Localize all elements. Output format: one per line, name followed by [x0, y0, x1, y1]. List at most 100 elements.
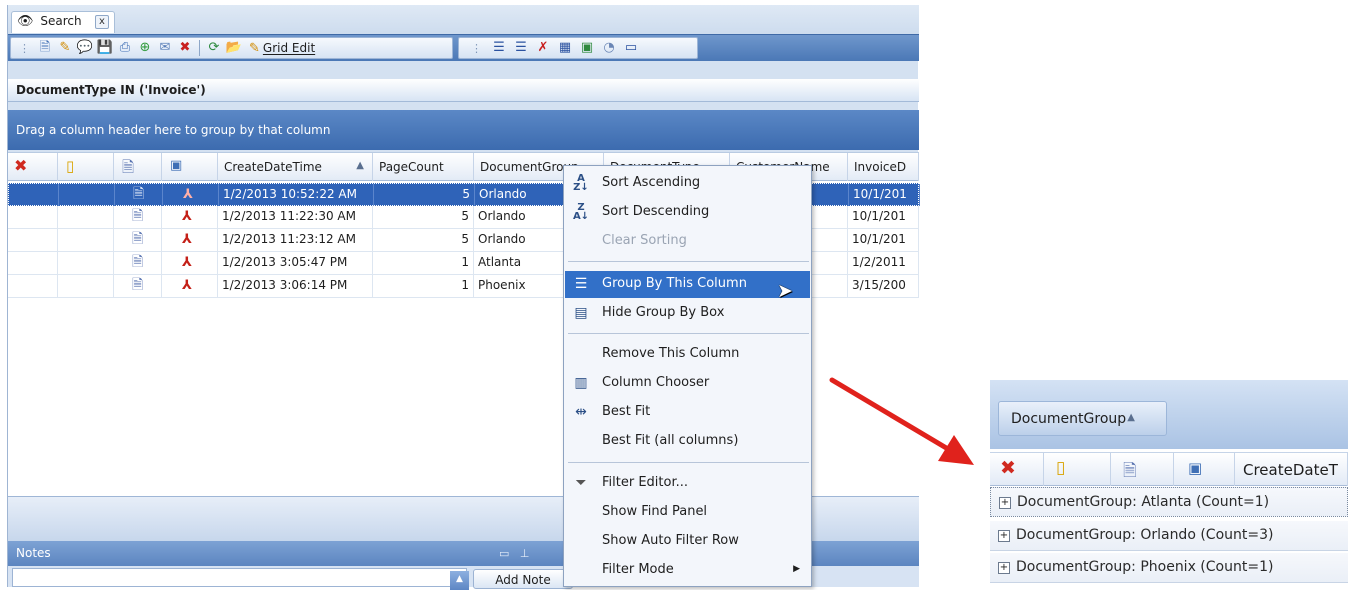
delete-cell[interactable] [8, 252, 58, 274]
view-document-icon[interactable]: 🗎 [36, 39, 54, 57]
group-row-orlando[interactable]: + DocumentGroup: Orlando (Count=3) [990, 521, 1348, 551]
col-header-createdatetime[interactable]: CreateDateTime ▲ [218, 153, 373, 181]
group-panel-icon[interactable]: ▭ [622, 39, 640, 57]
grid-edit-button[interactable]: ✎ Grid Edit [245, 41, 319, 56]
cell-invoicedate[interactable]: 10/1/201 [848, 206, 919, 228]
expand-group-icon[interactable]: + [998, 530, 1010, 542]
note-column-header-icon[interactable]: ▯ [58, 153, 114, 181]
cell-attachment[interactable]: 🗎 [114, 206, 162, 228]
menu-item-filter-mode[interactable]: Filter Mode ▶ [565, 557, 810, 584]
open-folder-icon[interactable]: 📂 [225, 39, 243, 57]
cell-file-type[interactable]: ⅄ [162, 229, 218, 251]
scroll-up-icon[interactable]: ▲ [450, 571, 469, 590]
attachment-column-header-icon[interactable]: 🗎 [114, 153, 162, 181]
cell-invoicedate[interactable]: 3/15/200 [848, 275, 919, 297]
menu-item-filter-editor[interactable]: ⏷ Filter Editor... [565, 470, 810, 497]
cell-createdatetime[interactable]: 1/2/2013 3:06:14 PM [218, 275, 373, 297]
menu-item-best-fit-all-columns[interactable]: Best Fit (all columns) [565, 428, 810, 455]
menu-item-clear-sorting[interactable]: Clear Sorting [565, 228, 810, 255]
cell-invoicedate[interactable]: 1/2/2011 [848, 252, 919, 274]
cell-pagecount[interactable]: 5 [374, 184, 475, 206]
cell-attachment[interactable]: 🗎 [114, 229, 162, 251]
group-row-atlanta[interactable]: + DocumentGroup: Atlanta (Count=1) [990, 487, 1348, 517]
menu-item-group-by-this-column[interactable]: ☰ Group By This Column [565, 271, 810, 298]
file-type-column-header-icon[interactable]: ▣ [162, 153, 218, 181]
note-cell[interactable] [58, 275, 114, 297]
delete-document-icon[interactable]: ✖ [176, 39, 194, 57]
note-cell[interactable] [58, 206, 114, 228]
note-cell[interactable] [58, 252, 114, 274]
group-by-panel[interactable]: Drag a column header here to group by th… [8, 110, 919, 150]
group-chip-documentgroup[interactable]: DocumentGroup ▲ [998, 401, 1167, 436]
collapse-rows-icon[interactable]: ☰ [512, 39, 530, 57]
note-cell[interactable] [59, 184, 115, 206]
cell-file-type[interactable]: ⅄ [162, 252, 218, 274]
layout-icon[interactable]: ▣ [578, 39, 596, 57]
sort-ascending-indicator-icon: ▲ [356, 160, 364, 171]
save-icon[interactable]: 💾 [96, 39, 114, 57]
menu-item-remove-this-column[interactable]: Remove This Column [565, 341, 810, 368]
cell-invoicedate[interactable]: 10/1/201 [849, 184, 920, 206]
pin-icon[interactable]: ▭ ⊥ [499, 547, 529, 560]
mouse-pointer-icon: ➤ [777, 280, 793, 302]
delete-cell[interactable] [9, 184, 59, 206]
delete-column-header-icon[interactable]: ✖ [990, 453, 1044, 486]
note-column-header-icon[interactable]: ▯ [1044, 453, 1111, 486]
cell-attachment[interactable]: 🗎 [114, 275, 162, 297]
note-icon[interactable]: 💬 [76, 39, 94, 57]
cell-invoicedate[interactable]: 10/1/201 [848, 229, 919, 251]
best-fit-icon: ⇹ [575, 404, 587, 420]
cell-file-type[interactable]: ⅄ [162, 275, 218, 297]
columns-icon[interactable]: ▦ [556, 39, 574, 57]
delete-cell[interactable] [8, 229, 58, 251]
add-document-icon[interactable]: ⊕ [136, 39, 154, 57]
col-header-pagecount[interactable]: PageCount [373, 153, 474, 181]
cell-createdatetime[interactable]: 1/2/2013 10:52:22 AM [219, 184, 374, 206]
cell-attachment[interactable]: 🗎 [115, 184, 163, 206]
expand-rows-icon[interactable]: ☰ [490, 39, 508, 57]
toolbar-grip[interactable]: ⋮ [19, 42, 30, 55]
col-header-createdatetime[interactable]: CreateDateT [1235, 453, 1348, 486]
cell-file-type[interactable]: ⅄ [162, 206, 218, 228]
notes-textbox[interactable]: ▲ [12, 568, 469, 590]
grid-edit-icon: ✎ [249, 40, 260, 56]
print-icon[interactable]: ⎙ [116, 39, 134, 57]
cell-pagecount[interactable]: 5 [373, 206, 474, 228]
cell-attachment[interactable]: 🗎 [114, 252, 162, 274]
menu-item-sort-descending[interactable]: Z A↓ Sort Descending [565, 199, 810, 226]
note-cell[interactable] [58, 229, 114, 251]
print-preview-icon[interactable]: ◔ [600, 39, 618, 57]
col-header-invoicedate[interactable]: InvoiceD [848, 153, 919, 181]
menu-item-show-auto-filter-row[interactable]: Show Auto Filter Row [565, 528, 810, 555]
menu-item-sort-ascending[interactable]: A Z↓ Sort Ascending [565, 170, 810, 197]
menu-item-column-chooser[interactable]: ▥ Column Chooser [565, 370, 810, 397]
refresh-icon[interactable]: ⟳ [205, 39, 223, 57]
add-note-button[interactable]: Add Note [473, 569, 573, 589]
cell-pagecount[interactable]: 1 [373, 275, 474, 297]
tab-search[interactable]: 👁 Search x [11, 11, 115, 33]
sort-ascending-icon: A Z↓ [573, 173, 589, 193]
cell-createdatetime[interactable]: 1/2/2013 3:05:47 PM [218, 252, 373, 274]
delete-cell[interactable] [8, 206, 58, 228]
cell-createdatetime[interactable]: 1/2/2013 11:22:30 AM [218, 206, 373, 228]
tab-close-button[interactable]: x [95, 15, 109, 29]
menu-item-hide-group-by-box[interactable]: ▤ Hide Group By Box [565, 300, 810, 327]
group-row-phoenix[interactable]: + DocumentGroup: Phoenix (Count=1) [990, 553, 1348, 583]
menu-item-show-find-panel[interactable]: Show Find Panel [565, 499, 810, 526]
email-icon[interactable]: ✉ [156, 39, 174, 57]
col-header-createdatetime-label: CreateDateTime [224, 160, 322, 174]
cell-pagecount[interactable]: 1 [373, 252, 474, 274]
attachment-column-header-icon[interactable]: 🗎 [1111, 453, 1174, 486]
delete-cell[interactable] [8, 275, 58, 297]
expand-group-icon[interactable]: + [998, 562, 1010, 574]
clear-filter-icon[interactable]: ✗ [534, 39, 552, 57]
cell-file-type[interactable]: ⅄ [163, 184, 219, 206]
file-type-column-header-icon[interactable]: ▣ [1174, 453, 1235, 486]
cell-createdatetime[interactable]: 1/2/2013 11:23:12 AM [218, 229, 373, 251]
edit-document-icon[interactable]: ✎ [56, 39, 74, 57]
menu-item-best-fit[interactable]: ⇹ Best Fit [565, 399, 810, 426]
expand-group-icon[interactable]: + [999, 497, 1011, 509]
toolbar-grip-2[interactable]: ⋮ [471, 42, 482, 55]
delete-column-header-icon[interactable]: ✖ [8, 153, 58, 181]
cell-pagecount[interactable]: 5 [373, 229, 474, 251]
